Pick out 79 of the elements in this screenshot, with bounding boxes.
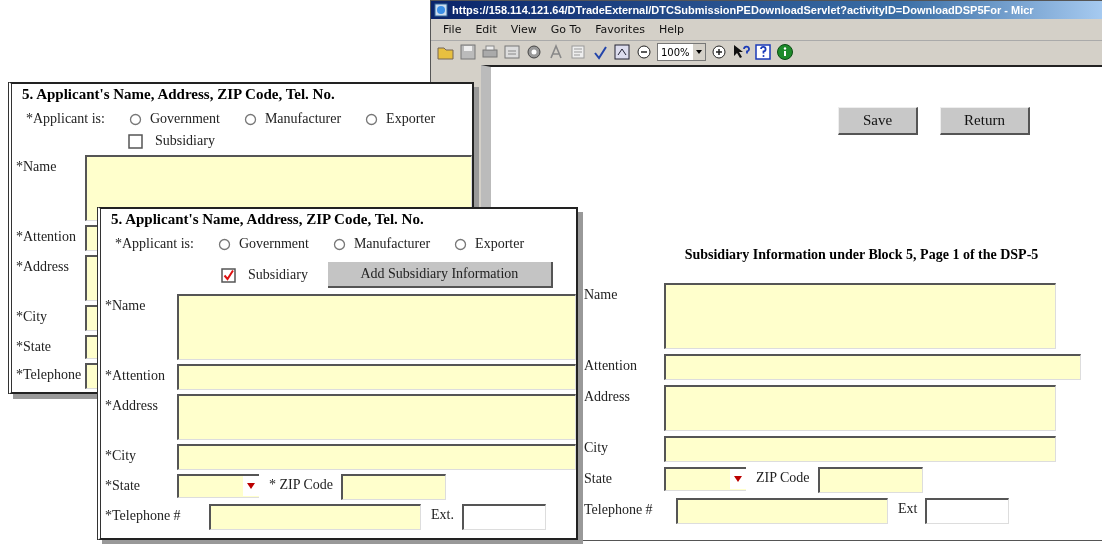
menu-item[interactable]: Help [652,21,690,38]
radio-button[interactable] [217,237,231,251]
field-label: City [584,439,610,456]
state-dropdown[interactable] [177,474,259,498]
input-field[interactable] [341,474,447,500]
field-label: * ZIP Code [268,476,335,493]
input-field[interactable] [925,498,1010,524]
radio-button[interactable] [128,112,142,126]
textarea-field[interactable] [177,294,576,360]
textarea-field[interactable] [664,283,1056,349]
checkbox[interactable] [221,267,236,283]
field-label: *State [104,477,141,494]
section-heading: Subsidiary Information under Block 5, Page 1 of the DSP-5 [683,247,1040,263]
field-label: *City [15,308,49,325]
field-label: ZIP Code [755,469,811,486]
menu-item[interactable]: Favorites [589,21,651,38]
field-label: *Name [15,158,58,175]
field-label: Attention [584,357,638,374]
radio-button[interactable] [243,112,257,126]
input-field[interactable] [177,444,576,470]
field-label: Ext. [430,506,455,523]
section-title: 5. Applicant's Name, Address, ZIP Code, Tel. No. [21,86,336,103]
input-field[interactable] [209,504,421,530]
help-icon[interactable] [753,43,772,61]
radio-button[interactable] [454,237,468,251]
window-title: https://158.114.121.64/DTradeExternal/DTCSubmissionPEDownloadServlet?activityID=DownloadDSP5For - Micr [452,4,1034,16]
caret-icon [692,44,705,60]
field-label: Telephone # [584,501,654,518]
input-field[interactable] [676,498,888,524]
menu-item[interactable]: File [437,21,468,38]
textarea-field[interactable] [177,394,576,440]
help-cursor-icon[interactable] [731,43,750,61]
field-label: Name [584,286,619,303]
field-label: *City [104,447,138,464]
checkbox-label: Subsidiary [155,133,215,149]
print-icon[interactable] [481,43,499,61]
info-icon[interactable] [775,43,794,61]
field-label: *Telephone [15,366,83,383]
browser-icon [434,3,448,17]
menu-item[interactable]: Edit [469,21,503,38]
radio-label: Exporter [386,111,436,127]
radio-label: Manufacturer [353,236,431,252]
input-field[interactable] [664,436,1056,462]
field-label: *Applicant is: [115,236,194,252]
field-label: *Applicant is: [26,111,105,127]
input-field[interactable] [461,504,546,530]
textarea-field[interactable] [664,385,1056,431]
action-button[interactable]: Return [940,107,1030,135]
input-field[interactable] [664,354,1081,380]
zoom-value: 100% [660,46,691,58]
add-subsidiary-button[interactable]: Add Subsidiary Information [327,262,553,288]
field-label: Ext [897,500,919,517]
state-dropdown[interactable] [664,467,746,491]
field-label: State [584,470,613,487]
checkbox-label: Subsidiary [248,267,308,283]
menu-item[interactable]: Go To [544,21,588,38]
radio-label: Exporter [475,236,525,252]
radio-label: Manufacturer [264,111,342,127]
field-label: *Telephone # [104,507,182,524]
field-label: *Name [104,297,147,314]
zoom-out-icon[interactable] [635,43,653,61]
zoom-dropdown[interactable]: 100% [657,43,706,61]
action-button[interactable]: Save [838,107,918,135]
field-label: *State [15,338,52,355]
field-label: Address [584,388,631,405]
radio-label: Government [149,111,220,127]
input-field[interactable] [817,467,923,493]
radio-label: Government [238,236,309,252]
field-label: *Address [15,258,70,275]
zoom-in-icon[interactable] [709,43,728,61]
field-label: *Attention [15,228,77,245]
field-label: *Address [104,397,159,414]
checkbox[interactable] [128,133,143,149]
radio-button[interactable] [332,237,346,251]
radio-button[interactable] [365,112,379,126]
input-field[interactable] [177,364,576,390]
menu-item[interactable]: View [504,21,543,38]
field-label: *Attention [104,367,166,384]
section-title: 5. Applicant's Name, Address, ZIP Code, Tel. No. [110,211,425,228]
